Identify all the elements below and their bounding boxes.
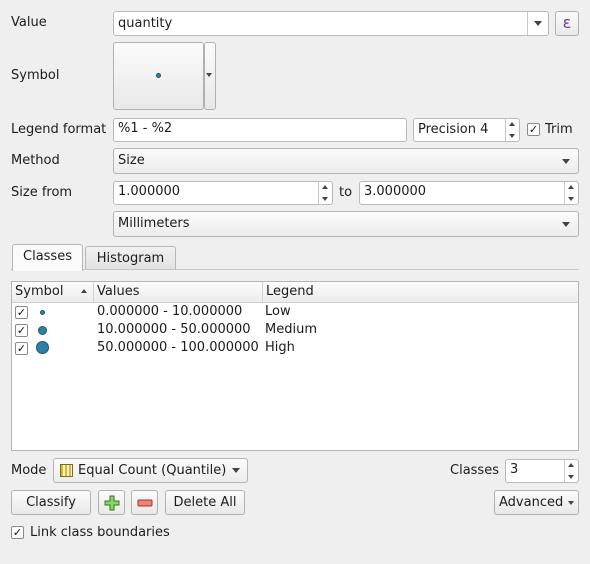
symbol-label: Symbol [11, 68, 60, 83]
minus-icon [137, 499, 153, 507]
mode-value: Equal Count (Quantile) [78, 463, 227, 478]
size-to-spin-buttons[interactable] [564, 182, 578, 204]
value-field-text: quantity [118, 16, 173, 31]
method-value: Size [118, 153, 145, 168]
column-header-legend[interactable]: Legend [263, 282, 578, 302]
table-row[interactable]: ✓ 0.000000 - 10.000000 Low [12, 303, 578, 321]
symbol-button[interactable] [113, 42, 204, 110]
classes-spin-buttons[interactable] [564, 460, 578, 482]
chevron-down-icon [534, 21, 542, 26]
chevron-down-icon [206, 73, 212, 77]
symbol-preview-icon [38, 326, 47, 335]
table-row[interactable]: ✓ 50.000000 - 100.000000 High [12, 339, 578, 357]
trim-label: Trim [545, 122, 573, 137]
delete-all-button[interactable]: Delete All [165, 490, 245, 515]
trim-checkbox[interactable]: ✓ [527, 123, 540, 136]
row-values: 0.000000 - 10.000000 [97, 304, 243, 319]
row-values: 50.000000 - 100.000000 [97, 340, 259, 355]
link-class-boundaries-label: Link class boundaries [30, 525, 170, 540]
epsilon-icon: ε [562, 13, 572, 32]
classes-count-spinbox[interactable]: 3 [505, 459, 579, 483]
row-checkbox[interactable]: ✓ [15, 342, 28, 355]
classes-table[interactable]: Symbol Values Legend ✓ 0.000000 - 10.000… [11, 281, 579, 451]
size-to-value: 3.000000 [364, 184, 427, 199]
advanced-button[interactable]: Advanced [494, 490, 579, 515]
row-legend: Low [265, 304, 291, 319]
mode-combo[interactable]: Equal Count (Quantile) [53, 458, 248, 483]
classes-count-value: 3 [510, 462, 519, 477]
precision-spin-buttons[interactable] [505, 119, 519, 141]
method-combo[interactable]: Size [113, 148, 579, 174]
tab-histogram[interactable]: Histogram [85, 246, 176, 269]
size-unit-value: Millimeters [118, 216, 190, 231]
column-header-values[interactable]: Values [94, 282, 263, 302]
precision-spinbox[interactable]: Precision 4 [413, 118, 520, 142]
row-checkbox[interactable]: ✓ [15, 306, 28, 319]
sort-ascending-icon [81, 289, 87, 293]
table-header: Symbol Values Legend [12, 282, 578, 303]
symbol-preview-icon [156, 73, 161, 78]
chevron-down-icon [562, 159, 570, 164]
advanced-label: Advanced [499, 495, 564, 510]
row-checkbox[interactable]: ✓ [15, 324, 28, 337]
size-from-spin-buttons[interactable] [318, 182, 332, 204]
size-from-value: 1.000000 [118, 184, 181, 199]
column-header-symbol[interactable]: Symbol [12, 282, 94, 302]
precision-value: Precision 4 [418, 122, 489, 137]
table-row[interactable]: ✓ 10.000000 - 50.000000 Medium [12, 321, 578, 339]
classify-button[interactable]: Classify [11, 490, 91, 515]
quantile-icon [60, 464, 73, 477]
chevron-down-icon [562, 222, 570, 227]
value-dropdown-button[interactable] [527, 12, 548, 35]
add-class-button[interactable] [98, 490, 125, 515]
size-from-spinbox[interactable]: 1.000000 [113, 181, 333, 205]
symbol-preview-icon [40, 310, 45, 315]
size-from-label: Size from [11, 185, 73, 200]
legend-format-label: Legend format [11, 122, 107, 137]
legend-format-input[interactable]: %1 - %2 [113, 118, 407, 142]
link-class-boundaries-checkbox[interactable]: ✓ [11, 526, 24, 539]
row-values: 10.000000 - 50.000000 [97, 322, 251, 337]
row-legend: High [265, 340, 295, 355]
tab-bar-divider [11, 269, 579, 270]
classes-count-label: Classes [450, 463, 499, 478]
size-unit-combo[interactable]: Millimeters [113, 211, 579, 237]
row-legend: Medium [265, 322, 317, 337]
size-to-spinbox[interactable]: 3.000000 [359, 181, 579, 205]
value-label: Value [11, 15, 47, 30]
value-field-combo[interactable]: quantity [113, 11, 549, 36]
remove-class-button[interactable] [131, 490, 158, 515]
symbol-dropdown-button[interactable] [204, 42, 216, 110]
tab-classes[interactable]: Classes [12, 244, 83, 271]
mode-label: Mode [11, 463, 47, 478]
chevron-down-icon [232, 468, 240, 473]
method-label: Method [11, 153, 60, 168]
size-to-label: to [339, 185, 353, 200]
plus-icon [104, 495, 120, 511]
expression-button[interactable]: ε [555, 11, 579, 36]
symbol-preview-icon [36, 341, 49, 354]
chevron-down-icon [568, 501, 574, 505]
